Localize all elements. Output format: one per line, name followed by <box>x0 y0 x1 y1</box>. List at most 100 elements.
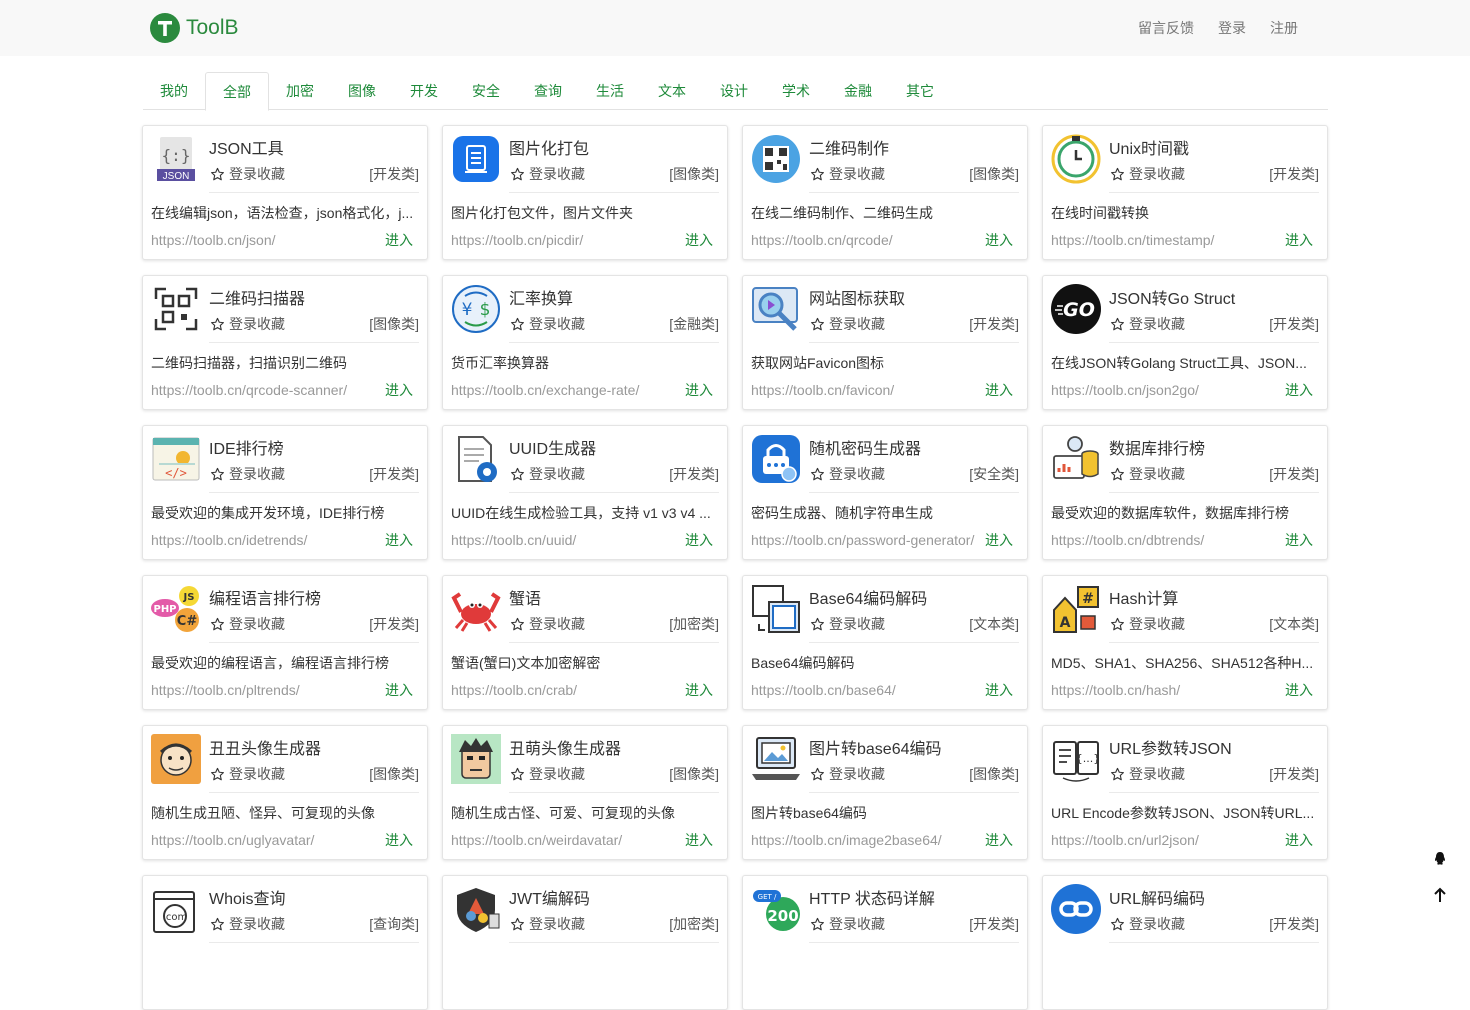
favorite-button[interactable]: 登录收藏 <box>510 914 585 934</box>
tool-card[interactable]: 图片转base64编码 登录收藏 [图像类] 图片转base64编码 https://t… <box>742 725 1028 860</box>
tab-4[interactable]: 开发 <box>393 72 455 109</box>
enter-link[interactable]: 进入 <box>1285 380 1313 400</box>
tool-card[interactable]: 丑丑头像生成器 登录收藏 [图像类] 随机生成丑陋、怪异、可复现的头像 https://… <box>142 725 428 860</box>
tool-title[interactable]: 图片转base64编码 <box>809 735 942 759</box>
tool-title[interactable]: Whois查询 <box>209 885 285 909</box>
favorite-button[interactable]: 登录收藏 <box>810 764 885 784</box>
tool-title[interactable]: 网站图标获取 <box>809 285 905 309</box>
favorite-button[interactable]: 登录收藏 <box>210 614 285 634</box>
tool-title[interactable]: URL参数转JSON <box>1109 735 1232 759</box>
tool-title[interactable]: 图片化打包 <box>509 135 589 159</box>
favorite-button[interactable]: 登录收藏 <box>510 164 585 184</box>
tab-9[interactable]: 设计 <box>703 72 765 109</box>
enter-link[interactable]: 进入 <box>685 830 713 850</box>
tool-title[interactable]: UUID生成器 <box>509 435 596 459</box>
tab-11[interactable]: 金融 <box>827 72 889 109</box>
favorite-button[interactable]: 登录收藏 <box>210 464 285 484</box>
tab-1[interactable]: 全部 <box>205 72 269 111</box>
tool-title[interactable]: 汇率换算 <box>509 285 573 309</box>
enter-link[interactable]: 进入 <box>385 680 413 700</box>
tool-card[interactable]: 数据库排行榜 登录收藏 [开发类] 最受欢迎的数据库软件，数据库排行榜 https://… <box>1042 425 1328 560</box>
enter-link[interactable]: 进入 <box>985 680 1013 700</box>
favorite-button[interactable]: 登录收藏 <box>510 464 585 484</box>
tab-2[interactable]: 加密 <box>269 72 331 109</box>
tool-title[interactable]: JSON工具 <box>209 135 284 159</box>
tool-card[interactable]: 二维码扫描器 登录收藏 [图像类] 二维码扫描器，扫描识别二维码 https://too… <box>142 275 428 410</box>
tool-title[interactable]: Unix时间戳 <box>1109 135 1189 159</box>
feedback-link[interactable]: 留言反馈 <box>1138 18 1194 38</box>
tool-card[interactable]: 蟹语 登录收藏 [加密类] 蟹语(蟹曰)文本加密解密 https://toolb.cn/… <box>442 575 728 710</box>
tool-card[interactable]: 二维码制作 登录收藏 [图像类] 在线二维码制作、二维码生成 https://toolb… <box>742 125 1028 260</box>
tool-card[interactable]: # A Hash计算 登录收藏 [文本类] MD5、SHA1、SHA256、SHA512各… <box>1042 575 1328 710</box>
favorite-button[interactable]: 登录收藏 <box>1110 614 1185 634</box>
tool-title[interactable]: URL解码编码 <box>1109 885 1205 909</box>
enter-link[interactable]: 进入 <box>985 380 1013 400</box>
enter-link[interactable]: 进入 <box>1285 230 1313 250</box>
favorite-button[interactable]: 登录收藏 <box>810 464 885 484</box>
favorite-button[interactable]: 登录收藏 <box>810 164 885 184</box>
tool-title[interactable]: 编程语言排行榜 <box>209 585 321 609</box>
tool-card[interactable]: JWT编解码 登录收藏 [加密类] <box>442 875 728 1010</box>
tab-10[interactable]: 学术 <box>765 72 827 109</box>
enter-link[interactable]: 进入 <box>385 530 413 550</box>
tool-title[interactable]: 二维码制作 <box>809 135 889 159</box>
tool-title[interactable]: IDE排行榜 <box>209 435 284 459</box>
favorite-button[interactable]: 登录收藏 <box>1110 764 1185 784</box>
favorite-button[interactable]: 登录收藏 <box>510 614 585 634</box>
tab-7[interactable]: 生活 <box>579 72 641 109</box>
enter-link[interactable]: 进入 <box>385 380 413 400</box>
tab-3[interactable]: 图像 <box>331 72 393 109</box>
enter-link[interactable]: 进入 <box>1285 530 1313 550</box>
tool-title[interactable]: Hash计算 <box>1109 585 1178 609</box>
enter-link[interactable]: 进入 <box>1285 830 1313 850</box>
brand[interactable]: ToolB <box>150 13 239 43</box>
login-link[interactable]: 登录 <box>1218 18 1246 38</box>
tool-card[interactable]: 网站图标获取 登录收藏 [开发类] 获取网站Favicon图标 https://tool… <box>742 275 1028 410</box>
tab-8[interactable]: 文本 <box>641 72 703 109</box>
tool-card[interactable]: {:} JSON JSON工具 登录收藏 [开发类] 在线编辑json，语法检查，json… <box>142 125 428 260</box>
register-link[interactable]: 注册 <box>1270 18 1298 38</box>
enter-link[interactable]: 进入 <box>985 830 1013 850</box>
favorite-button[interactable]: 登录收藏 <box>210 764 285 784</box>
tool-title[interactable]: 丑萌头像生成器 <box>509 735 621 759</box>
enter-link[interactable]: 进入 <box>685 680 713 700</box>
tool-card[interactable]: 随机密码生成器 登录收藏 [安全类] 密码生成器、随机字符串生成 https://too… <box>742 425 1028 560</box>
enter-link[interactable]: 进入 <box>385 230 413 250</box>
tool-card[interactable]: </> IDE排行榜 登录收藏 [开发类] 最受欢迎的集成开发环境，IDE排行榜 http… <box>142 425 428 560</box>
tool-card[interactable]: GO JSON转Go Struct 登录收藏 [开发类] 在线JSON转Golang S… <box>1042 275 1328 410</box>
tool-card[interactable]: GET / 200 HTTP 状态码详解 登录收藏 [开发类] <box>742 875 1028 1010</box>
enter-link[interactable]: 进入 <box>985 230 1013 250</box>
tool-title[interactable]: JWT编解码 <box>509 885 590 909</box>
enter-link[interactable]: 进入 <box>685 380 713 400</box>
tool-card[interactable]: {...} URL参数转JSON 登录收藏 [开发类] URL Encode参数转JSO… <box>1042 725 1328 860</box>
tool-title[interactable]: 数据库排行榜 <box>1109 435 1205 459</box>
tab-0[interactable]: 我的 <box>143 72 205 109</box>
enter-link[interactable]: 进入 <box>985 530 1013 550</box>
tool-card[interactable]: UUID生成器 登录收藏 [开发类] UUID在线生成检验工具，支持 v1 v3 v4… <box>442 425 728 560</box>
tool-title[interactable]: 二维码扫描器 <box>209 285 305 309</box>
favorite-button[interactable]: 登录收藏 <box>810 314 885 334</box>
tool-card[interactable]: ¥ $ 汇率换算 登录收藏 [金融类] 货币汇率换算器 https://toolb.cn/e… <box>442 275 728 410</box>
tool-title[interactable]: HTTP 状态码详解 <box>809 885 935 909</box>
tool-title[interactable]: JSON转Go Struct <box>1109 285 1235 309</box>
enter-link[interactable]: 进入 <box>1285 680 1313 700</box>
tool-title[interactable]: 随机密码生成器 <box>809 435 921 459</box>
enter-link[interactable]: 进入 <box>685 230 713 250</box>
tool-card[interactable]: Unix时间戳 登录收藏 [开发类] 在线时间戳转换 https://toolb.cn/… <box>1042 125 1328 260</box>
enter-link[interactable]: 进入 <box>685 530 713 550</box>
tool-card[interactable]: 图片化打包 登录收藏 [图像类] 图片化打包文件，图片文件夹 https://toolb… <box>442 125 728 260</box>
tool-card[interactable]: 丑萌头像生成器 登录收藏 [图像类] 随机生成古怪、可爱、可复现的头像 https://… <box>442 725 728 860</box>
favorite-button[interactable]: 登录收藏 <box>1110 464 1185 484</box>
tool-card[interactable]: Base64编码解码 登录收藏 [文本类] Base64编码解码 https://too… <box>742 575 1028 710</box>
enter-link[interactable]: 进入 <box>385 830 413 850</box>
tool-card[interactable]: .com Whois查询 登录收藏 [查询类] <box>142 875 428 1010</box>
favorite-button[interactable]: 登录收藏 <box>1110 914 1185 934</box>
favorite-button[interactable]: 登录收藏 <box>510 764 585 784</box>
tool-title[interactable]: Base64编码解码 <box>809 585 927 609</box>
tab-5[interactable]: 安全 <box>455 72 517 109</box>
favorite-button[interactable]: 登录收藏 <box>1110 164 1185 184</box>
qq-icon[interactable] <box>1432 851 1448 867</box>
tool-card[interactable]: JS PHP C# 编程语言排行榜 登录收藏 [开发类] 最受欢迎的编程语言，编程语言排行榜… <box>142 575 428 710</box>
favorite-button[interactable]: 登录收藏 <box>810 614 885 634</box>
tool-card[interactable]: URL解码编码 登录收藏 [开发类] <box>1042 875 1328 1010</box>
